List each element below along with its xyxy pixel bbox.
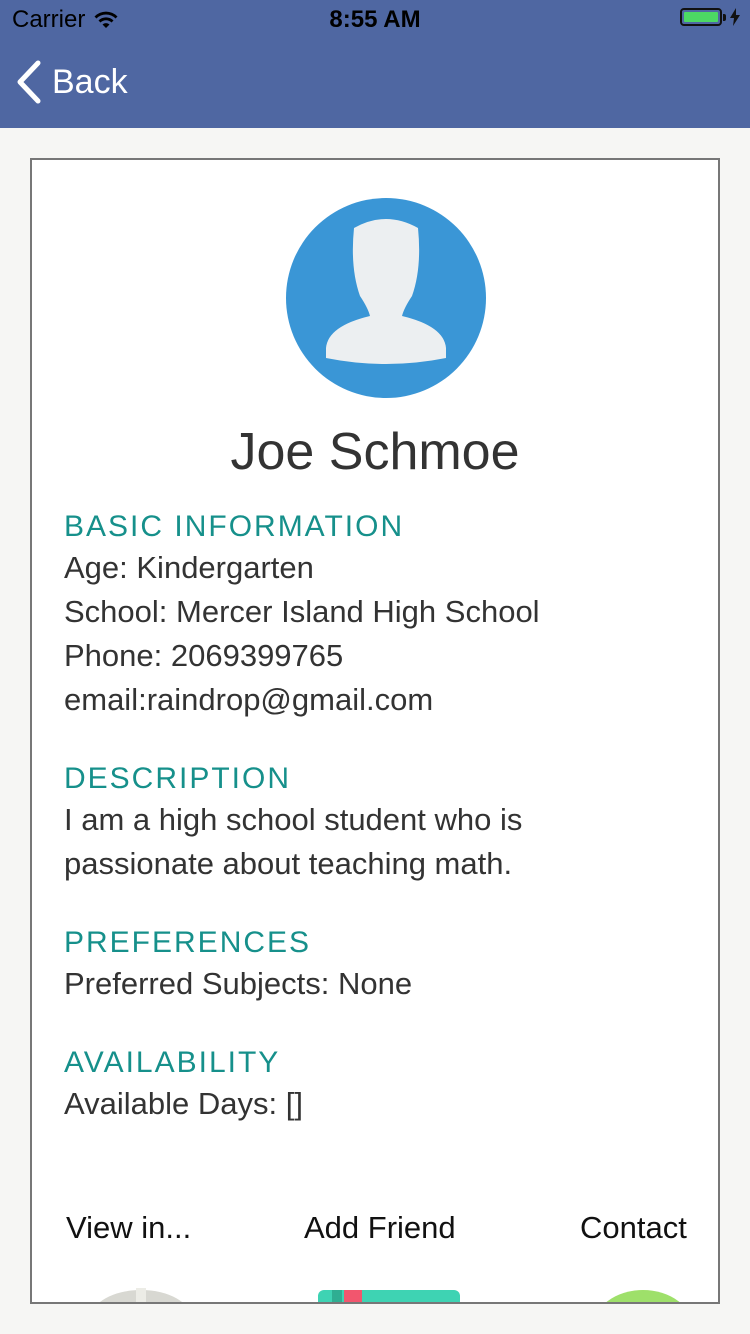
phone-contact-icon[interactable] xyxy=(588,1288,698,1304)
contact-button[interactable]: Contact xyxy=(580,1210,687,1246)
preferences-heading: PREFERENCES xyxy=(64,926,312,959)
map-icon[interactable] xyxy=(86,1288,196,1304)
profile-card: Joe Schmoe BASIC INFORMATION Age: Kinder… xyxy=(30,158,720,1304)
avatar xyxy=(286,198,486,398)
basic-information-heading: BASIC INFORMATION xyxy=(64,510,405,543)
back-button[interactable]: Back xyxy=(16,60,128,104)
description-line-1: I am a high school student who is xyxy=(64,802,523,837)
view-in-button[interactable]: View in... xyxy=(66,1210,191,1246)
preferred-subjects-text: Preferred Subjects: None xyxy=(64,966,413,1001)
user-silhouette-icon xyxy=(326,219,446,364)
status-time: 8:55 AM xyxy=(329,6,421,33)
school-text: School: Mercer Island High School xyxy=(64,594,540,629)
friend-book-icon[interactable] xyxy=(318,1288,460,1304)
phone-text: Phone: 2069399765 xyxy=(64,638,344,673)
age-text: Age: Kindergarten xyxy=(64,550,314,585)
description-line-2: passionate about teaching math. xyxy=(64,846,513,881)
back-label: Back xyxy=(52,62,128,101)
available-days-text: Available Days: [] xyxy=(64,1086,303,1121)
description-heading: DESCRIPTION xyxy=(64,762,292,795)
battery-indicator xyxy=(680,8,740,26)
email-text: email:raindrop@gmail.com xyxy=(64,682,434,717)
charging-bolt-icon xyxy=(730,8,740,26)
status-bar: Carrier 8:55 AM xyxy=(0,0,750,40)
battery-level xyxy=(684,12,718,22)
navigation-bar: Back xyxy=(0,40,750,128)
profile-name: Joe Schmoe xyxy=(230,423,520,481)
availability-heading: AVAILABILITY xyxy=(64,1046,281,1079)
battery-tip xyxy=(723,13,726,21)
battery-icon xyxy=(680,8,722,26)
add-friend-button[interactable]: Add Friend xyxy=(304,1210,456,1246)
chevron-left-icon xyxy=(17,60,41,104)
